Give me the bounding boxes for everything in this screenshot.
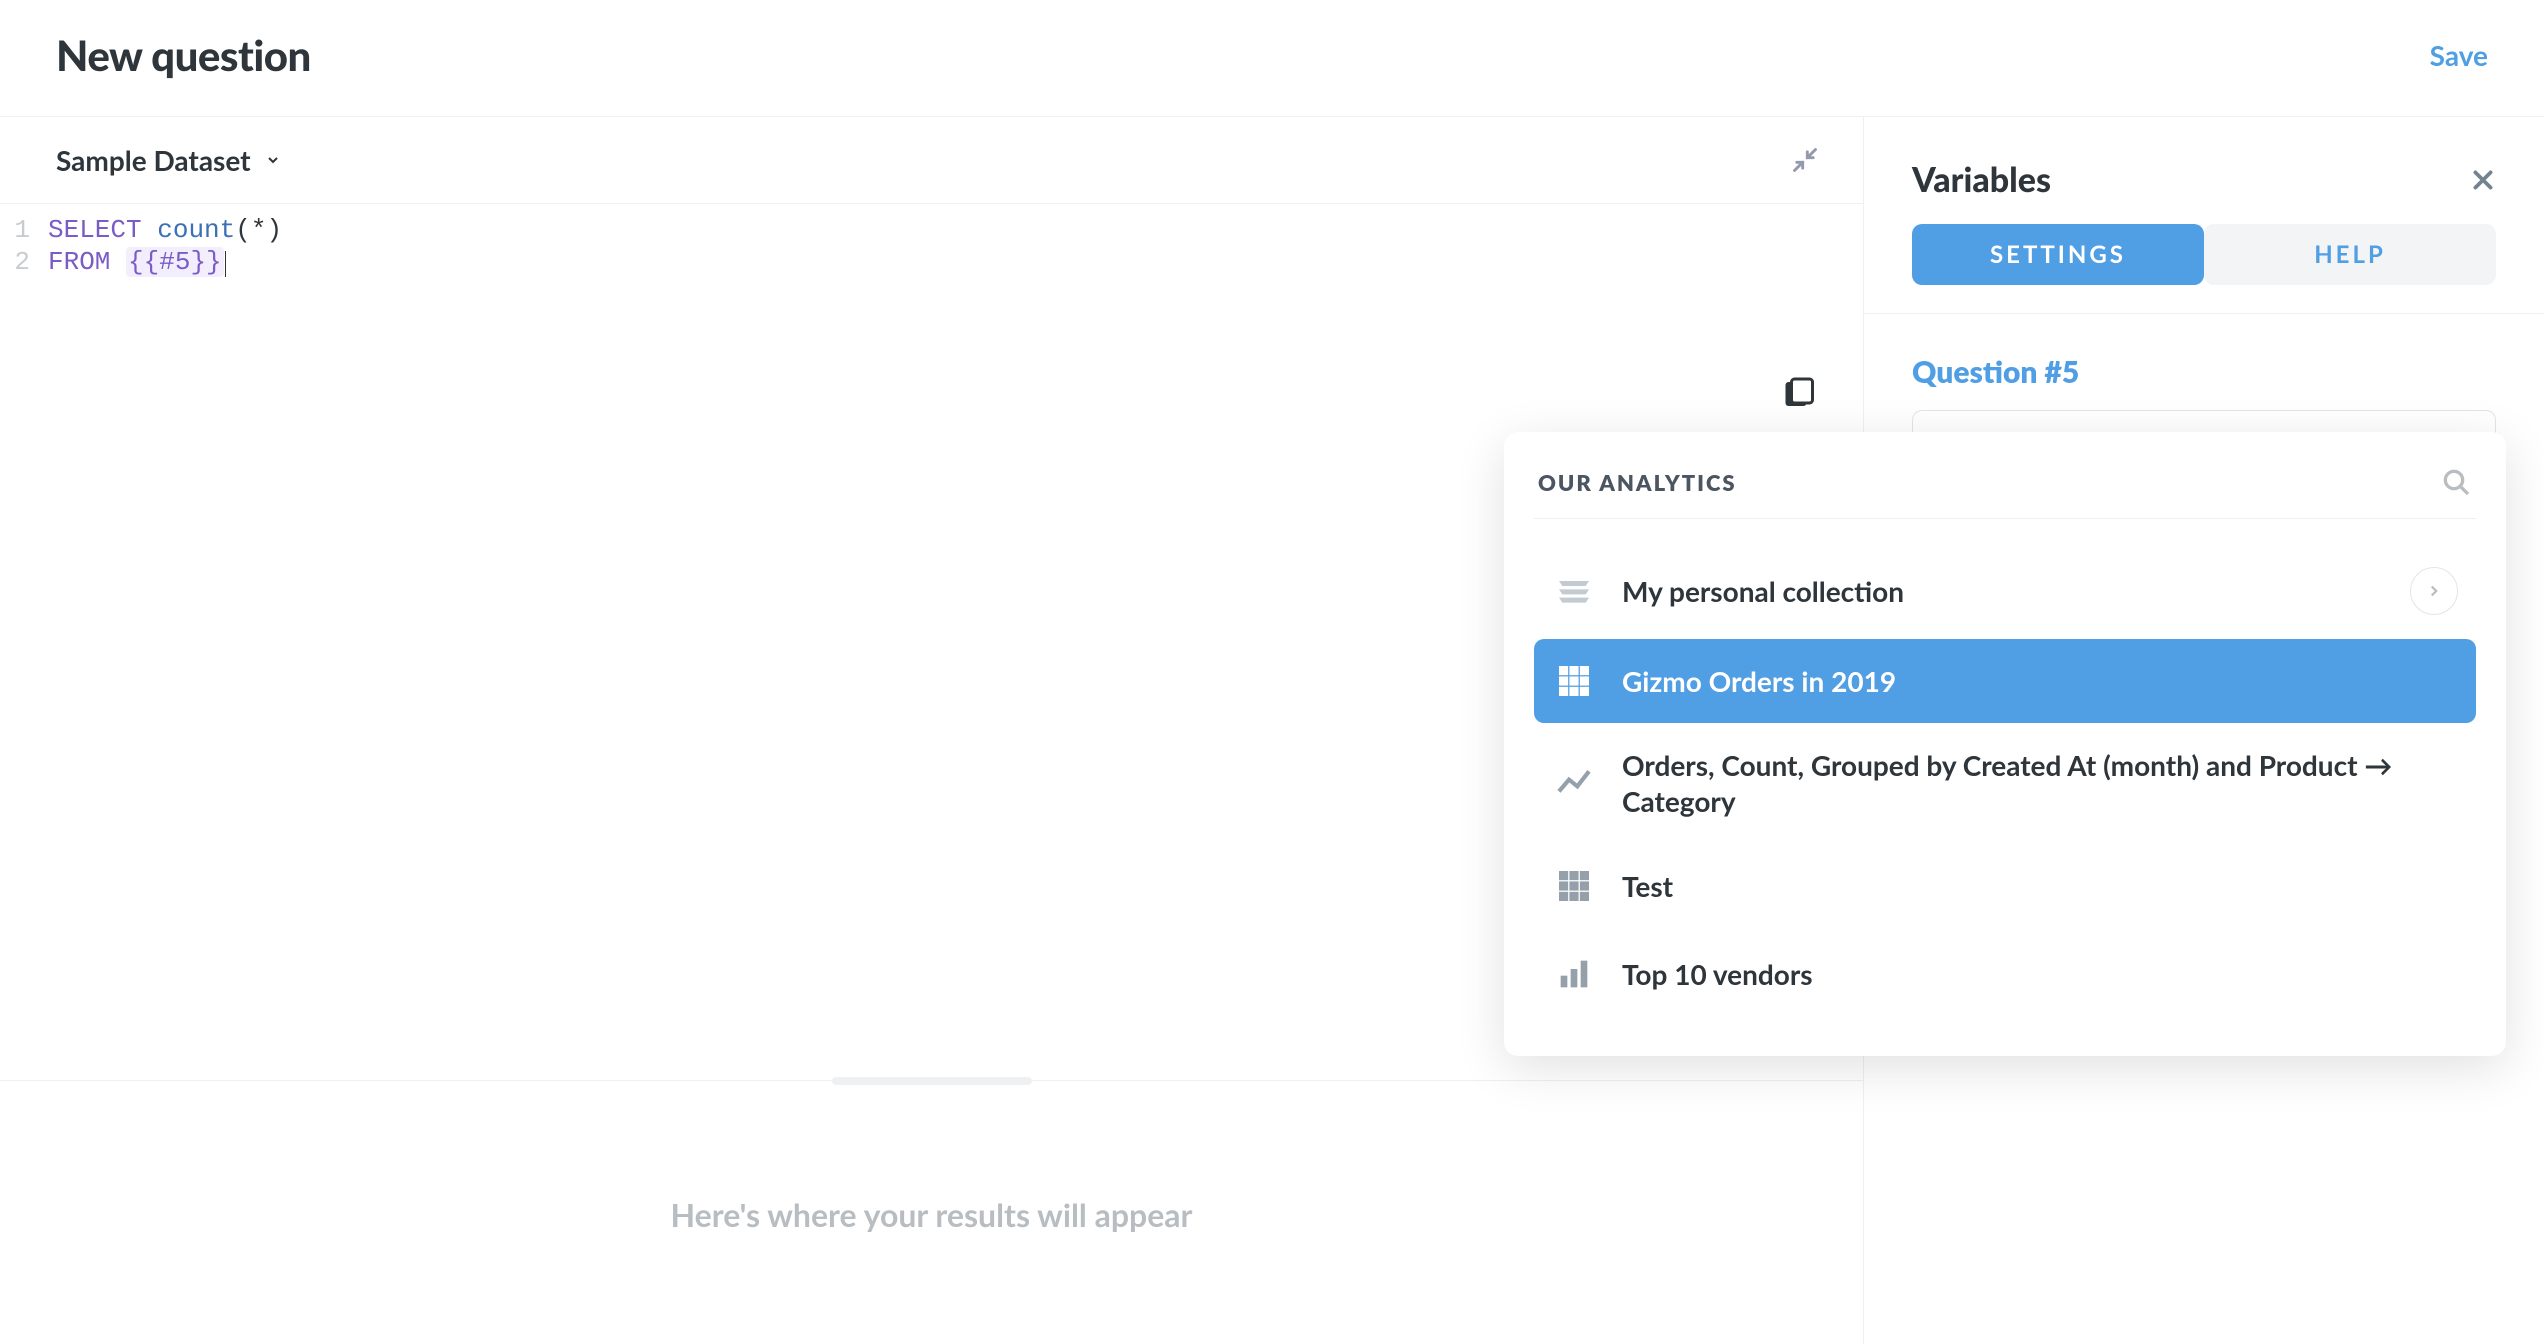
sidebar-header: Variables: [1864, 117, 2544, 224]
popover-item-collection[interactable]: My personal collection: [1534, 547, 2476, 635]
page-title: New question: [56, 30, 311, 80]
popover-list: My personal collection Gizmo Orders in 2…: [1534, 547, 2476, 1016]
popover-item-question[interactable]: Gizmo Orders in 2019: [1534, 639, 2476, 723]
save-button[interactable]: Save: [2430, 38, 2488, 72]
collection-icon: [1552, 569, 1596, 613]
sidebar-title: Variables: [1912, 159, 2051, 200]
line-chart-icon: [1552, 761, 1596, 805]
popover-item-label: Test: [1622, 868, 2458, 904]
editor-resize-divider: [0, 1080, 1863, 1084]
popover-item-label: Orders, Count, Grouped by Created At (mo…: [1622, 747, 2458, 820]
editor-gutter: 1 2: [0, 214, 40, 1080]
contract-editor-icon[interactable]: [1791, 146, 1819, 174]
question-picker-popover: OUR ANALYTICS My personal collection: [1504, 432, 2506, 1056]
popover-breadcrumb[interactable]: OUR ANALYTICS: [1538, 469, 1737, 496]
popover-item-question[interactable]: Test: [1534, 844, 2476, 928]
sidebar-tabs: SETTINGS HELP: [1864, 224, 2544, 314]
dataset-picker[interactable]: Sample Dataset: [56, 143, 281, 177]
dataset-label: Sample Dataset: [56, 143, 251, 177]
variable-name-label: Question #5: [1912, 354, 2496, 390]
popover-item-question[interactable]: Top 10 vendors: [1534, 932, 2476, 1016]
popover-item-label: Gizmo Orders in 2019: [1622, 663, 2458, 699]
results-placeholder: Here's where your results will appear: [0, 1084, 1863, 1344]
close-icon[interactable]: [2470, 167, 2496, 193]
data-reference-icon[interactable]: [1779, 374, 1819, 414]
tab-settings[interactable]: SETTINGS: [1912, 224, 2204, 285]
bar-chart-icon: [1552, 952, 1596, 996]
search-icon[interactable]: [2440, 466, 2472, 498]
popover-header: OUR ANALYTICS: [1534, 456, 2476, 519]
popover-item-label: My personal collection: [1622, 573, 1904, 609]
tab-help[interactable]: HELP: [2204, 224, 2496, 285]
editor-content: SELECT count(*) FROM {{#5}}: [40, 214, 282, 1080]
table-icon: [1552, 659, 1596, 703]
resize-handle[interactable]: [832, 1077, 1032, 1085]
chevron-right-icon[interactable]: [2410, 567, 2458, 615]
chevron-down-icon: [265, 152, 281, 168]
table-icon: [1552, 864, 1596, 908]
app-header: New question Save: [0, 0, 2544, 117]
popover-item-label: Top 10 vendors: [1622, 956, 2458, 992]
dataset-bar: Sample Dataset: [0, 117, 1863, 204]
popover-item-question[interactable]: Orders, Count, Grouped by Created At (mo…: [1534, 727, 2476, 840]
